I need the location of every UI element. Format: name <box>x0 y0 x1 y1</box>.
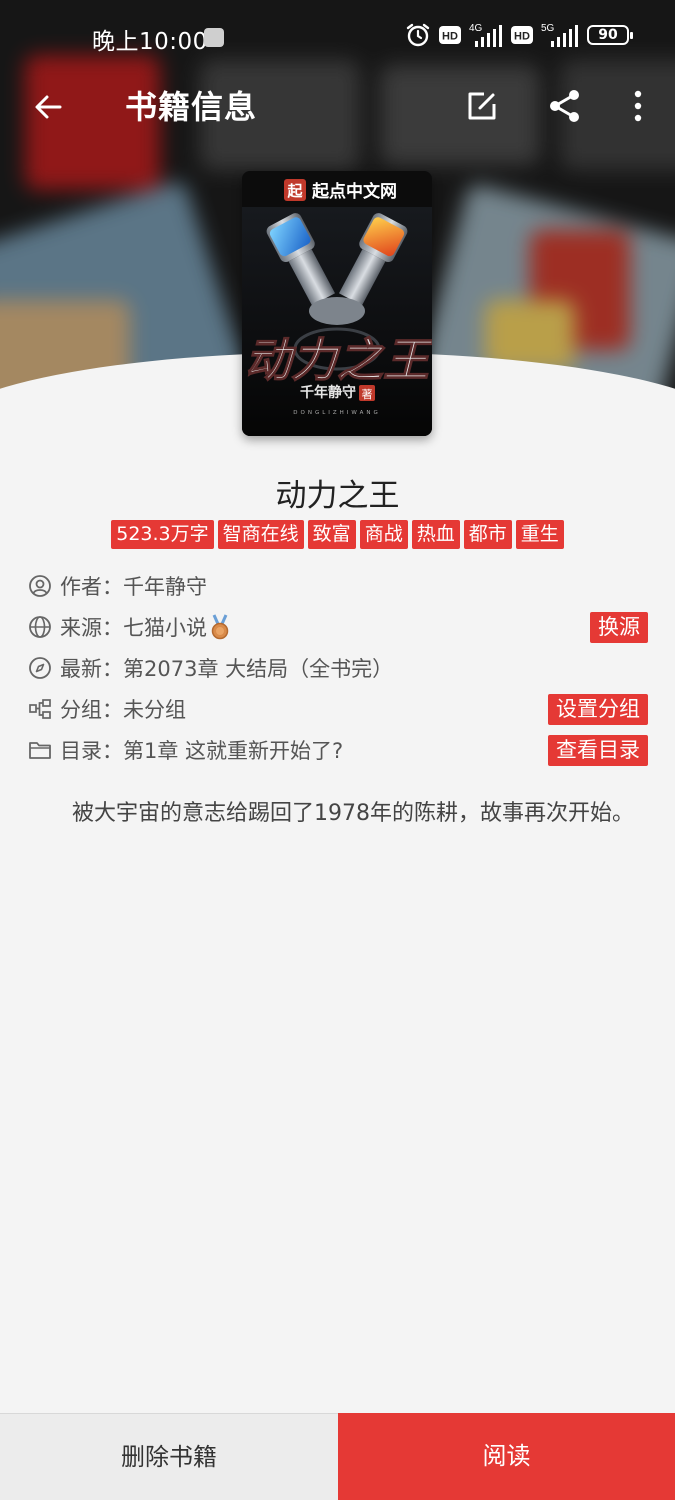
svg-text:5G: 5G <box>541 23 555 34</box>
signal-5g-icon: 5G <box>541 23 578 47</box>
change-source-button[interactable]: 换源 <box>590 612 648 643</box>
tag-list: 523.3万字 智商在线 致富 商战 热血 都市 重生 <box>0 520 675 549</box>
tag-word-count: 523.3万字 <box>111 520 214 549</box>
book-title: 动力之王 <box>275 478 400 514</box>
author-value[interactable]: 千年静守 <box>123 571 207 601</box>
share-icon[interactable] <box>545 86 585 126</box>
book-introduction: 被大宇宙的意志给踢回了1978年的陈耕，故事再次开始。 <box>72 801 634 826</box>
book-cover[interactable]: 起 起点中文网 动力之王 千年静守 著 DONGLIZHIWANG <box>242 171 432 436</box>
hd-badge-icon: HD <box>439 26 461 44</box>
toc-label: 目录： <box>60 739 123 763</box>
alarm-icon <box>406 23 430 47</box>
tag-item: 智商在线 <box>217 520 304 549</box>
svg-text:著: 著 <box>362 387 373 401</box>
more-vertical-icon[interactable] <box>624 86 652 126</box>
svg-text:起: 起 <box>286 182 303 200</box>
svg-text:HD: HD <box>442 31 458 43</box>
back-arrow-icon[interactable] <box>28 86 70 128</box>
status-bar: 晚上10:00 HD 4G HD 5G 90 <box>0 0 675 76</box>
set-group-button[interactable]: 设置分组 <box>548 694 648 725</box>
signal-4g-icon: 4G <box>469 23 502 47</box>
group-value: 未分组 <box>123 698 186 722</box>
toc-current-chapter[interactable]: 第1章 这就重新开始了? <box>123 735 343 765</box>
hierarchy-icon <box>29 699 51 719</box>
svg-text:千年静守: 千年静守 <box>300 384 356 401</box>
edit-icon[interactable] <box>462 86 502 126</box>
latest-row: 最新： 第2073章 大结局（全书完） <box>28 650 648 686</box>
group-label: 分组： <box>60 698 123 722</box>
svg-text:动力之王: 动力之王 <box>245 333 432 387</box>
person-icon <box>29 575 51 597</box>
bronze-medal-icon <box>211 614 229 640</box>
tag-item: 热血 <box>411 520 460 549</box>
delete-book-button[interactable]: 删除书籍 <box>0 1413 338 1500</box>
status-time: 晚上10:00 <box>92 29 208 55</box>
bottom-bar: 删除书籍 阅读 <box>0 1413 675 1500</box>
tag-item: 都市 <box>463 520 512 549</box>
tag-item: 致富 <box>307 520 356 549</box>
toc-row: 目录： 第1章 这就重新开始了? 查看目录 <box>28 732 648 768</box>
source-label: 来源： <box>60 616 123 640</box>
page-title: 书籍信息 <box>125 88 258 126</box>
svg-text:起点中文网: 起点中文网 <box>311 181 397 202</box>
read-button[interactable]: 阅读 <box>338 1413 675 1500</box>
folder-icon <box>29 742 51 759</box>
compass-icon <box>29 657 51 679</box>
hd-badge-2-icon: HD <box>511 26 533 44</box>
latest-chapter-value[interactable]: 第2073章 大结局（全书完） <box>123 653 393 683</box>
author-row: 作者： 千年静守 <box>28 568 648 604</box>
top-bar: 书籍信息 <box>0 76 675 136</box>
source-value: 七猫小说 <box>123 616 207 640</box>
svg-text:4G: 4G <box>469 23 483 34</box>
source-row: 来源： 七猫小说 换源 <box>28 609 648 645</box>
svg-text:DONGLIZHIWANG: DONGLIZHIWANG <box>293 410 380 416</box>
tag-item: 重生 <box>515 520 564 549</box>
group-row: 分组： 未分组 设置分组 <box>28 691 648 727</box>
battery-indicator: 90 <box>587 25 633 45</box>
globe-icon <box>29 616 51 638</box>
author-label: 作者： <box>60 575 123 599</box>
latest-label: 最新： <box>60 657 123 681</box>
tag-item: 商战 <box>359 520 408 549</box>
view-toc-button[interactable]: 查看目录 <box>548 735 648 766</box>
svg-text:HD: HD <box>514 31 530 43</box>
notification-icon <box>204 28 224 47</box>
